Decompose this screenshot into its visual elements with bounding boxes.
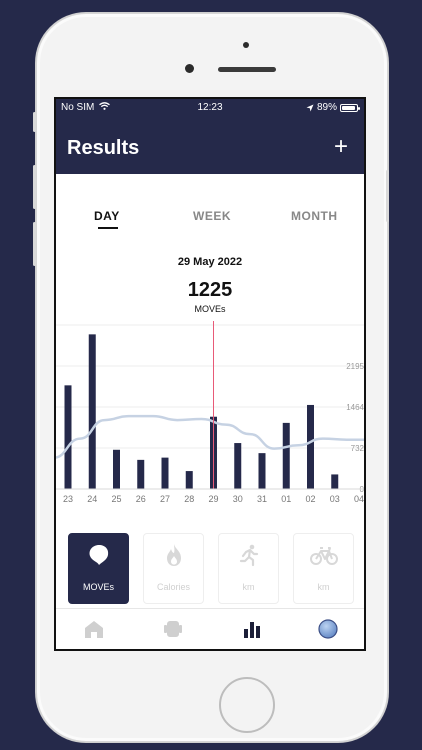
selected-value: 1225 — [187, 279, 233, 301]
x-tick-label: 02 — [305, 494, 315, 504]
bar — [331, 474, 339, 489]
y-tick-label: 732 — [351, 444, 365, 453]
battery-percent: 89% — [316, 102, 337, 113]
tab-day[interactable]: DAY — [94, 209, 120, 223]
metric-bike-km-label: km — [317, 582, 330, 592]
metric-calories-label: Calories — [156, 582, 190, 592]
bar — [64, 385, 72, 489]
moves-icon — [89, 545, 108, 565]
y-tick-label: 2195 — [346, 362, 364, 371]
bar — [113, 449, 120, 489]
metric-moves[interactable]: MOVEs — [68, 533, 129, 604]
metric-selector: MOVEs Calories km km — [56, 533, 364, 605]
bar — [185, 471, 193, 489]
metric-walk-km-label: km — [242, 582, 255, 592]
x-tick-label: 27 — [160, 494, 170, 504]
bar — [88, 334, 96, 489]
home-icon — [85, 621, 103, 638]
tab-week[interactable]: WEEK — [193, 209, 231, 223]
bar — [258, 453, 266, 489]
active-tab-indicator — [98, 227, 118, 229]
earpiece-speaker — [218, 67, 276, 72]
x-tick-label: 29 — [208, 494, 218, 504]
x-tick-label: 23 — [63, 494, 73, 504]
metric-walk-km[interactable]: km — [218, 533, 279, 604]
moves-chart[interactable]: 07321464219523242526272829303101020304 — [56, 321, 366, 511]
bar-chart-icon — [244, 622, 260, 638]
volume-down-button — [33, 222, 36, 266]
metric-calories[interactable]: Calories — [143, 533, 204, 604]
device-icon — [164, 621, 182, 637]
x-tick-label: 28 — [184, 494, 194, 504]
y-tick-label: 1464 — [346, 403, 364, 412]
battery-icon — [340, 103, 360, 112]
x-tick-label: 31 — [257, 494, 267, 504]
flame-icon — [166, 544, 181, 566]
status-bar: No SIM 12:23 89% — [56, 102, 364, 116]
nav-device[interactable] — [162, 619, 184, 639]
x-tick-label: 01 — [281, 494, 291, 504]
nav-home[interactable] — [83, 619, 105, 639]
add-button[interactable]: + — [334, 135, 348, 159]
front-camera — [185, 64, 194, 73]
bar — [137, 459, 145, 489]
selected-date: 29 May 2022 — [177, 256, 243, 268]
bar — [161, 457, 169, 489]
x-tick-label: 30 — [233, 494, 243, 504]
status-right: 89% — [306, 102, 360, 113]
nav-results[interactable] — [241, 619, 263, 639]
volume-up-button — [33, 165, 36, 209]
location-arrow-icon — [306, 104, 314, 111]
mute-switch — [33, 112, 36, 132]
tab-month[interactable]: MONTH — [291, 209, 338, 223]
x-tick-label: 24 — [87, 494, 97, 504]
sensor-dot — [243, 42, 249, 48]
metric-moves-label: MOVEs — [82, 582, 114, 592]
power-button — [386, 170, 389, 222]
x-tick-label: 25 — [111, 494, 121, 504]
app-screen: No SIM 12:23 89% Results + DAY WEEK MONT… — [54, 97, 366, 651]
x-tick-label: 26 — [136, 494, 146, 504]
metric-bike-km[interactable]: km — [293, 533, 354, 604]
runner-icon — [239, 544, 258, 567]
nav-profile[interactable] — [317, 619, 339, 639]
bar — [282, 422, 290, 489]
bottom-nav — [56, 608, 364, 649]
profile-icon — [318, 619, 338, 639]
x-tick-label: 04 — [354, 494, 364, 504]
bar — [307, 404, 314, 489]
x-tick-label: 03 — [330, 494, 340, 504]
bar — [234, 443, 242, 489]
page-title: Results — [67, 137, 140, 159]
selected-unit: MOVEs — [194, 304, 226, 314]
home-button[interactable] — [219, 677, 275, 733]
app-header: No SIM 12:23 89% Results + — [56, 99, 364, 174]
bicycle-icon — [309, 547, 338, 565]
